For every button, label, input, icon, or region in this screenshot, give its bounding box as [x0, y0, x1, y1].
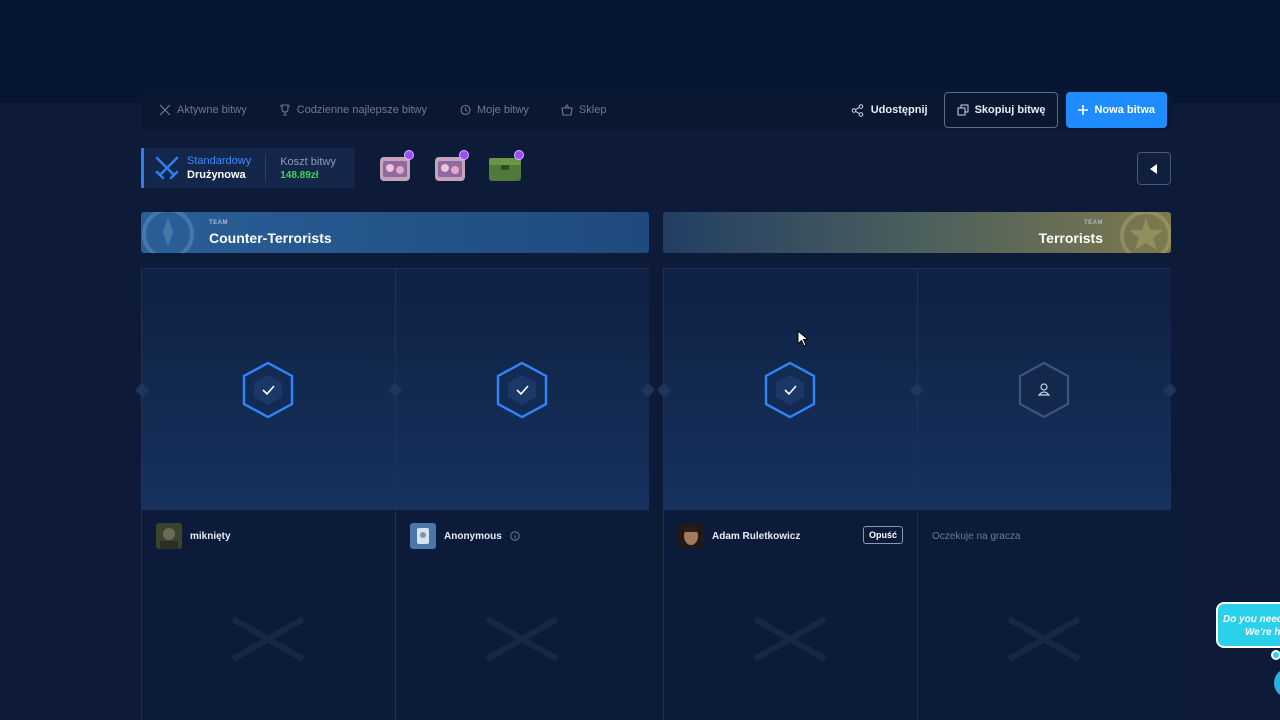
- t-emblem-icon: [1120, 212, 1171, 253]
- player-slot-empty[interactable]: Oczekuje na gracza: [918, 269, 1171, 720]
- team-t-header: TEAM Terrorists: [663, 212, 1171, 253]
- mode-type: Standardowy: [187, 155, 252, 167]
- player-name: Adam Ruletkowicz: [712, 530, 801, 542]
- trophy-icon: [279, 104, 290, 116]
- copy-battle-button[interactable]: Skopiuj bitwę: [943, 92, 1059, 128]
- share-button[interactable]: Udostępnij: [851, 103, 928, 117]
- nav-label: Aktywne bitwy: [177, 104, 247, 116]
- case-thumbnail[interactable]: [488, 150, 524, 184]
- mode-subtype: Drużynowa: [187, 169, 246, 181]
- mouse-cursor-icon: [797, 330, 809, 347]
- nav-label: Codzienne najlepsze bitwy: [296, 104, 427, 116]
- case-thumbnail[interactable]: [433, 150, 469, 184]
- cost-value: 148.89zł: [280, 169, 319, 181]
- history-icon: [460, 104, 471, 116]
- ready-check-icon: [496, 361, 548, 419]
- crossed-swords-icon: [159, 104, 171, 116]
- team-ct-slots: miknięty Anonymous: [134, 268, 656, 720]
- chat-bubble[interactable]: Do you need We're he: [1216, 602, 1280, 648]
- player-info: Anonymous: [410, 522, 635, 550]
- chat-bubble-tail: [1271, 650, 1280, 660]
- team-t-slots: Adam Ruletkowicz Opuść Oczekuje na gracz…: [656, 268, 1178, 720]
- player-name: Anonymous: [444, 530, 502, 542]
- player-slot: miknięty: [142, 269, 395, 720]
- cost-label: Koszt bitwy: [280, 155, 336, 168]
- share-icon: [851, 103, 864, 117]
- nav-my-battles[interactable]: Moje bitwy: [459, 93, 529, 127]
- ready-check-icon: [764, 361, 816, 419]
- avatar: [410, 523, 436, 549]
- battle-navbar: Aktywne bitwy Codzienne najlepsze bitwy …: [141, 90, 1171, 130]
- collapse-button[interactable]: [1137, 152, 1171, 185]
- ct-emblem-icon: [142, 212, 194, 253]
- player-info: miknięty: [156, 522, 381, 550]
- case-thumbnail[interactable]: [378, 150, 414, 184]
- new-label: Nowa bitwa: [1094, 104, 1155, 116]
- avatar: [156, 523, 182, 549]
- nav-daily-best[interactable]: Codzienne najlepsze bitwy: [279, 93, 427, 127]
- crossed-swords-icon: [1007, 616, 1081, 662]
- team-name: Terrorists: [1038, 230, 1103, 246]
- player-slot: Adam Ruletkowicz Opuść: [664, 269, 917, 720]
- chat-line: Do you need: [1223, 614, 1280, 625]
- player-info: Oczekuje na gracza: [932, 522, 1157, 550]
- top-band: [0, 0, 1280, 103]
- avatar: [678, 523, 704, 549]
- player-info: Adam Ruletkowicz Opuść: [678, 522, 903, 550]
- nav-active-battles[interactable]: Aktywne bitwy: [159, 93, 247, 127]
- crossed-swords-icon: [753, 616, 827, 662]
- leave-button[interactable]: Opuść: [862, 526, 903, 544]
- ready-check-icon: [242, 361, 294, 419]
- team-ct-header: TEAM Counter-Terrorists: [141, 212, 649, 253]
- share-label: Udostępnij: [870, 104, 928, 116]
- team-label: TEAM: [209, 220, 228, 226]
- team-label: TEAM: [1084, 220, 1103, 226]
- crossed-swords-icon: [155, 156, 179, 180]
- triangle-left-icon: [1150, 163, 1157, 174]
- player-slot: Anonymous: [396, 269, 649, 720]
- team-name: Counter-Terrorists: [209, 230, 332, 246]
- chat-line: We're he: [1245, 627, 1280, 638]
- nav-shop[interactable]: Sklep: [561, 93, 607, 127]
- plus-icon: [1078, 105, 1089, 115]
- new-battle-button[interactable]: Nowa bitwa: [1066, 92, 1167, 128]
- nav-label: Sklep: [578, 104, 607, 116]
- battle-mode-info: Standardowy Drużynowa Koszt bitwy 148.89…: [141, 148, 355, 188]
- basket-icon: [561, 104, 573, 116]
- waiting-text: Oczekuje na gracza: [932, 530, 1021, 542]
- copy-icon: [957, 104, 969, 116]
- crossed-swords-icon: [231, 616, 305, 662]
- waiting-user-icon: [1018, 361, 1070, 419]
- info-icon[interactable]: [510, 531, 520, 541]
- chat-launcher-button[interactable]: [1274, 668, 1280, 698]
- copy-label: Skopiuj bitwę: [974, 104, 1046, 116]
- nav-label: Moje bitwy: [476, 104, 529, 116]
- player-name: miknięty: [190, 530, 231, 542]
- crossed-swords-icon: [485, 616, 559, 662]
